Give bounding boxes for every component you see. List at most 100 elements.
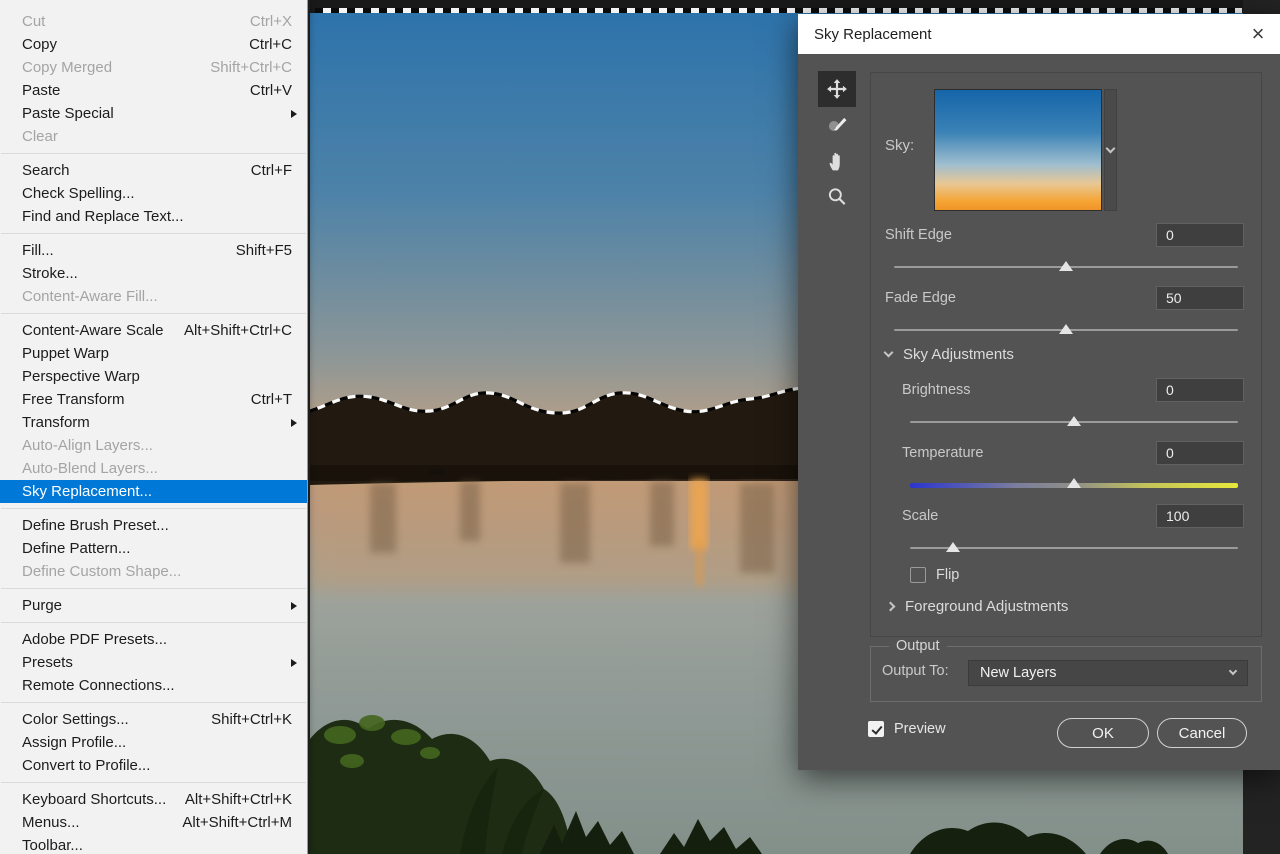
- shift-edge-value-input[interactable]: 0: [1156, 223, 1244, 247]
- menu-item-presets[interactable]: Presets: [0, 651, 307, 674]
- submenu-arrow-icon: [291, 602, 297, 610]
- menu-item-search[interactable]: SearchCtrl+F: [0, 159, 307, 182]
- edit-menu: CutCtrl+XCopyCtrl+CCopy MergedShift+Ctrl…: [0, 0, 308, 854]
- menu-item-free-transform[interactable]: Free TransformCtrl+T: [0, 388, 307, 411]
- menu-item-cut: CutCtrl+X: [0, 10, 307, 33]
- menu-item-label: Define Pattern...: [22, 540, 297, 557]
- menu-item-find-and-replace-text[interactable]: Find and Replace Text...: [0, 205, 307, 228]
- menu-item-perspective-warp[interactable]: Perspective Warp: [0, 365, 307, 388]
- menu-item-label: Copy: [22, 36, 249, 53]
- close-icon[interactable]: ×: [1236, 14, 1280, 54]
- menu-item-label: Content-Aware Fill...: [22, 288, 297, 305]
- shift-edge-slider-thumb[interactable]: [1059, 261, 1073, 271]
- menu-item-shortcut: Ctrl+C: [249, 36, 292, 53]
- menu-item-fill[interactable]: Fill...Shift+F5: [0, 239, 307, 262]
- menu-item-label: Search: [22, 162, 251, 179]
- brightness-label: Brightness: [902, 378, 971, 402]
- fade-edge-slider-track[interactable]: [894, 329, 1238, 331]
- menu-item-transform[interactable]: Transform: [0, 411, 307, 434]
- scale-label: Scale: [902, 504, 938, 528]
- brightness-slider-thumb[interactable]: [1067, 416, 1081, 426]
- menu-item-label: Paste: [22, 82, 250, 99]
- scale-slider-track[interactable]: [910, 547, 1238, 549]
- menu-item-paste[interactable]: PasteCtrl+V: [0, 79, 307, 102]
- menu-item-define-pattern[interactable]: Define Pattern...: [0, 537, 307, 560]
- flip-checkbox[interactable]: [910, 567, 926, 583]
- menu-item-puppet-warp[interactable]: Puppet Warp: [0, 342, 307, 365]
- sky-preset-thumbnail[interactable]: [934, 89, 1102, 211]
- preview-checkbox[interactable]: [868, 721, 884, 737]
- zoom-tool[interactable]: [818, 179, 856, 215]
- shift-edge-row: Shift Edge0: [871, 223, 1261, 247]
- menu-item-color-settings[interactable]: Color Settings...Shift+Ctrl+K: [0, 708, 307, 731]
- menu-item-check-spelling[interactable]: Check Spelling...: [0, 182, 307, 205]
- menu-item-label: Free Transform: [22, 391, 251, 408]
- dialog-titlebar: Sky Replacement ×: [798, 14, 1280, 54]
- menu-item-label: Toolbar...: [22, 837, 297, 854]
- menu-item-paste-special[interactable]: Paste Special: [0, 102, 307, 125]
- output-to-label: Output To:: [882, 663, 949, 679]
- sky-brush-tool[interactable]: [818, 107, 856, 143]
- menu-item-label: Presets: [22, 654, 287, 671]
- menu-separator: [1, 313, 306, 314]
- menu-item-label: Auto-Align Layers...: [22, 437, 297, 454]
- fade-edge-row: Fade Edge50: [871, 286, 1261, 310]
- ok-button[interactable]: OK: [1057, 718, 1149, 748]
- menu-item-stroke[interactable]: Stroke...: [0, 262, 307, 285]
- menu-item-shortcut: Ctrl+F: [251, 162, 292, 179]
- temperature-row: Temperature0: [871, 441, 1261, 465]
- menu-item-label: Purge: [22, 597, 287, 614]
- submenu-arrow-icon: [291, 659, 297, 667]
- menu-item-shortcut: Alt+Shift+Ctrl+K: [185, 791, 292, 808]
- sky-preset-dropdown[interactable]: [1104, 89, 1117, 211]
- menu-item-label: Stroke...: [22, 265, 297, 282]
- menu-item-remote-connections[interactable]: Remote Connections...: [0, 674, 307, 697]
- menu-item-toolbar[interactable]: Toolbar...: [0, 834, 307, 854]
- menu-item-shortcut: Shift+F5: [236, 242, 292, 259]
- move-tool[interactable]: [818, 71, 856, 107]
- temperature-slider-thumb[interactable]: [1067, 478, 1081, 488]
- chevron-right-icon: [886, 602, 896, 612]
- temperature-value-input[interactable]: 0: [1156, 441, 1244, 465]
- scale-row: Scale 100: [871, 504, 1261, 528]
- cancel-button[interactable]: Cancel: [1157, 718, 1247, 748]
- menu-item-keyboard-shortcuts[interactable]: Keyboard Shortcuts...Alt+Shift+Ctrl+K: [0, 788, 307, 811]
- menu-item-assign-profile[interactable]: Assign Profile...: [0, 731, 307, 754]
- menu-item-adobe-pdf-presets[interactable]: Adobe PDF Presets...: [0, 628, 307, 651]
- temperature-slider-track[interactable]: [910, 483, 1238, 488]
- menu-separator: [1, 508, 306, 509]
- output-group: Output Output To: New Layers: [870, 646, 1262, 702]
- scale-slider-thumb[interactable]: [946, 542, 960, 552]
- fade-edge-slider-thumb[interactable]: [1059, 324, 1073, 334]
- chevron-down-icon: [1106, 143, 1116, 153]
- section-foreground-adjustments[interactable]: Foreground Adjustments: [885, 598, 1068, 615]
- menu-item-label: Puppet Warp: [22, 345, 297, 362]
- menu-item-label: Copy Merged: [22, 59, 210, 76]
- menu-item-label: Adobe PDF Presets...: [22, 631, 297, 648]
- fade-edge-value-input[interactable]: 50: [1156, 286, 1244, 310]
- menu-item-purge[interactable]: Purge: [0, 594, 307, 617]
- menu-item-content-aware-scale[interactable]: Content-Aware ScaleAlt+Shift+Ctrl+C: [0, 319, 307, 342]
- menu-item-label: Sky Replacement...: [22, 483, 297, 500]
- menu-item-label: Color Settings...: [22, 711, 211, 728]
- menu-item-shortcut: Ctrl+V: [250, 82, 292, 99]
- menu-item-convert-to-profile[interactable]: Convert to Profile...: [0, 754, 307, 777]
- brightness-value-input[interactable]: 0: [1156, 378, 1244, 402]
- menu-separator: [1, 588, 306, 589]
- menu-item-copy[interactable]: CopyCtrl+C: [0, 33, 307, 56]
- output-to-select[interactable]: New Layers: [968, 660, 1248, 686]
- menu-item-sky-replacement[interactable]: Sky Replacement...: [0, 480, 307, 503]
- hand-tool[interactable]: [818, 143, 856, 179]
- menu-item-label: Assign Profile...: [22, 734, 297, 751]
- scale-value-input[interactable]: 100: [1156, 504, 1244, 528]
- menu-item-label: Cut: [22, 13, 250, 30]
- section-sky-adjustments[interactable]: Sky Adjustments: [885, 346, 1014, 363]
- menu-separator: [1, 153, 306, 154]
- shift-edge-slider-track[interactable]: [894, 266, 1238, 268]
- menu-item-shortcut: Alt+Shift+Ctrl+C: [184, 322, 292, 339]
- menu-item-define-brush-preset[interactable]: Define Brush Preset...: [0, 514, 307, 537]
- menu-item-shortcut: Alt+Shift+Ctrl+M: [182, 814, 292, 831]
- brightness-slider-track[interactable]: [910, 421, 1238, 423]
- settings-panel: Sky: Sky Adjustments Flip Foreground Adj…: [870, 72, 1262, 637]
- menu-item-menus[interactable]: Menus...Alt+Shift+Ctrl+M: [0, 811, 307, 834]
